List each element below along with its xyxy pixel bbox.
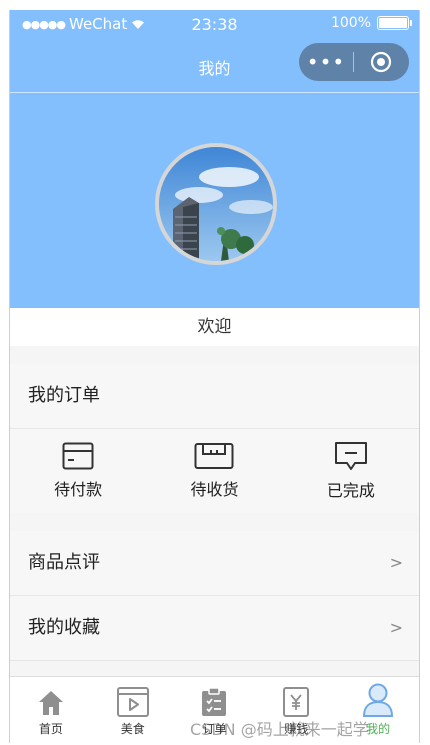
menu-item-reviews[interactable]: 商品点评 > (10, 531, 419, 596)
watermark: CSDN @码上就来一起学 (190, 720, 369, 739)
battery-icon (377, 16, 412, 30)
orders-section: 我的订单 待付款 待收货 已完成 (10, 364, 419, 513)
orders-title[interactable]: 我的订单 (10, 364, 419, 429)
tab-home[interactable]: 首页 (10, 677, 92, 743)
menu-item-favorites-label: 我的收藏 (28, 617, 100, 638)
avatar[interactable] (155, 143, 277, 265)
order-pending-receipt[interactable]: 待收货 (146, 429, 282, 513)
welcome-text: 欢迎 (10, 308, 419, 346)
avatar-photo (159, 147, 273, 261)
chevron-right-icon: > (389, 618, 403, 637)
box-icon (194, 443, 234, 469)
nav-divider (10, 92, 419, 93)
more-button[interactable]: ••• (299, 43, 353, 81)
order-status-row: 待付款 待收货 已完成 (10, 429, 419, 513)
profile-header: ●●●●● WeChat 23:38 100% 我的 ••• (10, 10, 419, 308)
wallet-icon (62, 442, 94, 470)
order-pending-payment[interactable]: 待付款 (10, 429, 146, 513)
menu-item-reviews-label: 商品点评 (28, 552, 100, 573)
battery-percent: 100% (330, 15, 371, 31)
phone-screen: ●●●●● WeChat 23:38 100% 我的 ••• 欢迎 我的订单 待… (9, 10, 420, 743)
video-icon (116, 687, 149, 717)
chevron-right-icon: > (389, 553, 403, 572)
order-pending-receipt-label: 待收货 (190, 480, 239, 499)
tab-mine-label: 我的 (366, 722, 391, 736)
order-completed[interactable]: 已完成 (283, 429, 419, 513)
menu-section: 商品点评 > 我的收藏 > (10, 531, 419, 661)
target-icon (370, 51, 392, 73)
status-bar: ●●●●● WeChat 23:38 100% (10, 10, 419, 38)
message-icon (334, 442, 367, 470)
person-icon (363, 683, 394, 717)
order-completed-label: 已完成 (326, 481, 375, 500)
miniprogram-capsule: ••• (299, 43, 409, 81)
menu-item-favorites[interactable]: 我的收藏 > (10, 596, 419, 661)
yen-icon (283, 687, 310, 717)
clipboard-icon (202, 687, 227, 716)
tab-food[interactable]: 美食 (92, 677, 174, 743)
order-pending-payment-label: 待付款 (54, 480, 103, 499)
close-miniprogram-button[interactable] (354, 51, 408, 73)
tab-food-label: 美食 (120, 722, 145, 736)
tab-home-label: 首页 (38, 722, 63, 736)
home-icon (38, 691, 63, 715)
